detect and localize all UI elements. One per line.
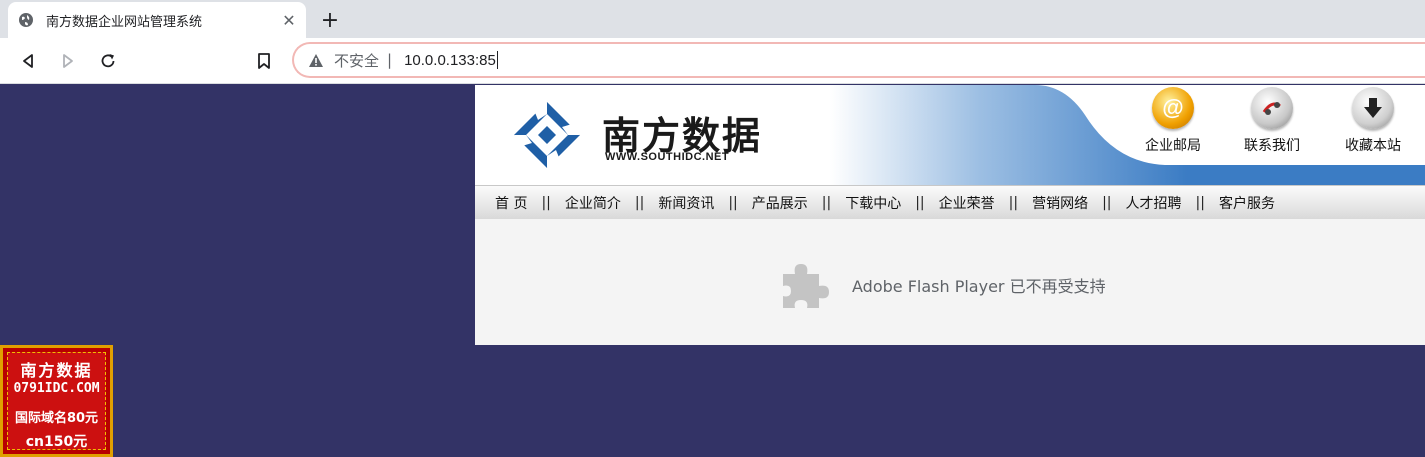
url-text[interactable]: 10.0.0.133:85 bbox=[404, 52, 496, 69]
security-status[interactable]: 不安全 bbox=[334, 50, 379, 71]
nav-separator: || bbox=[1195, 194, 1205, 211]
email-link[interactable]: @ 企业邮局 bbox=[1133, 87, 1213, 155]
nav-item-honors[interactable]: 企业荣誉 bbox=[939, 193, 995, 213]
browser-tab[interactable]: 南方数据企业网站管理系统 ✕ bbox=[8, 2, 306, 38]
browser-toolbar: 不安全 | 10.0.0.133:85 bbox=[0, 38, 1425, 84]
new-tab-button[interactable]: + bbox=[316, 6, 344, 34]
contact-link[interactable]: 联系我们 bbox=[1232, 87, 1312, 155]
ad-frame: 南方数据 0791IDC.COM 国际域名80元 cn150元 bbox=[7, 352, 106, 450]
ad-cn-price: cn150元 bbox=[25, 434, 88, 450]
bookmark-site-link[interactable]: 收藏本站 bbox=[1333, 87, 1413, 155]
main-nav: 首 页 || 企业简介 || 新闻资讯 || 产品展示 || 下载中心 || 企… bbox=[475, 185, 1425, 219]
bookmark-site-label: 收藏本站 bbox=[1345, 138, 1401, 154]
nav-item-jobs[interactable]: 人才招聘 bbox=[1126, 193, 1182, 213]
nav-separator: || bbox=[1102, 194, 1112, 211]
nav-separator: || bbox=[915, 194, 925, 211]
nav-separator: || bbox=[541, 194, 551, 211]
domain-ad-badge[interactable]: 南方数据 0791IDC.COM 国际域名80元 cn150元 bbox=[0, 345, 113, 457]
site-container: 南方数据 WWW.SOUTHIDC.NET @ 企业邮局 联系我们 收藏本站 首… bbox=[475, 85, 1425, 345]
nav-separator: || bbox=[728, 194, 738, 211]
nav-item-downloads[interactable]: 下载中心 bbox=[845, 193, 901, 213]
email-link-label: 企业邮局 bbox=[1145, 138, 1201, 154]
close-icon[interactable]: ✕ bbox=[280, 11, 298, 30]
nav-item-network[interactable]: 营销网络 bbox=[1032, 193, 1088, 213]
forward-icon[interactable] bbox=[53, 46, 83, 76]
nav-separator: || bbox=[634, 194, 645, 211]
contact-icon bbox=[1251, 87, 1293, 129]
reload-icon[interactable] bbox=[93, 46, 123, 76]
flash-unsupported-message: Adobe Flash Player 已不再受支持 bbox=[852, 277, 1106, 296]
plugin-puzzle-icon bbox=[783, 264, 829, 308]
globe-icon bbox=[18, 12, 34, 28]
logo-mark bbox=[514, 102, 580, 168]
nav-separator: || bbox=[1008, 194, 1019, 211]
ad-intl-price: 国际域名80元 bbox=[14, 411, 99, 426]
flash-placeholder[interactable]: Adobe Flash Player 已不再受支持 bbox=[475, 219, 1425, 345]
ad-domain: 0791IDC.COM bbox=[13, 381, 100, 396]
back-icon[interactable] bbox=[13, 46, 43, 76]
address-separator: | bbox=[387, 51, 393, 69]
nav-item-about[interactable]: 企业简介 bbox=[565, 193, 621, 213]
bookmark-download-icon bbox=[1352, 87, 1394, 129]
warning-icon[interactable] bbox=[308, 52, 324, 68]
tab-title: 南方数据企业网站管理系统 bbox=[46, 14, 203, 30]
nav-item-products[interactable]: 产品展示 bbox=[752, 193, 808, 213]
email-icon: @ bbox=[1152, 87, 1194, 129]
ad-brand: 南方数据 bbox=[20, 361, 93, 380]
nav-item-home[interactable]: 首 页 bbox=[495, 193, 527, 213]
address-bar[interactable]: 不安全 | 10.0.0.133:85 bbox=[292, 42, 1425, 78]
site-header: 南方数据 WWW.SOUTHIDC.NET @ 企业邮局 联系我们 收藏本站 bbox=[475, 85, 1425, 185]
nav-separator: || bbox=[821, 194, 832, 211]
nav-item-news[interactable]: 新闻资讯 bbox=[658, 193, 714, 213]
text-caret bbox=[496, 51, 498, 69]
tab-strip: 南方数据企业网站管理系统 ✕ + bbox=[0, 0, 1425, 38]
brand-name-en: WWW.SOUTHIDC.NET bbox=[605, 151, 730, 163]
contact-link-label: 联系我们 bbox=[1244, 138, 1300, 154]
nav-item-service[interactable]: 客户服务 bbox=[1219, 193, 1275, 213]
bookmark-icon[interactable] bbox=[249, 46, 279, 76]
